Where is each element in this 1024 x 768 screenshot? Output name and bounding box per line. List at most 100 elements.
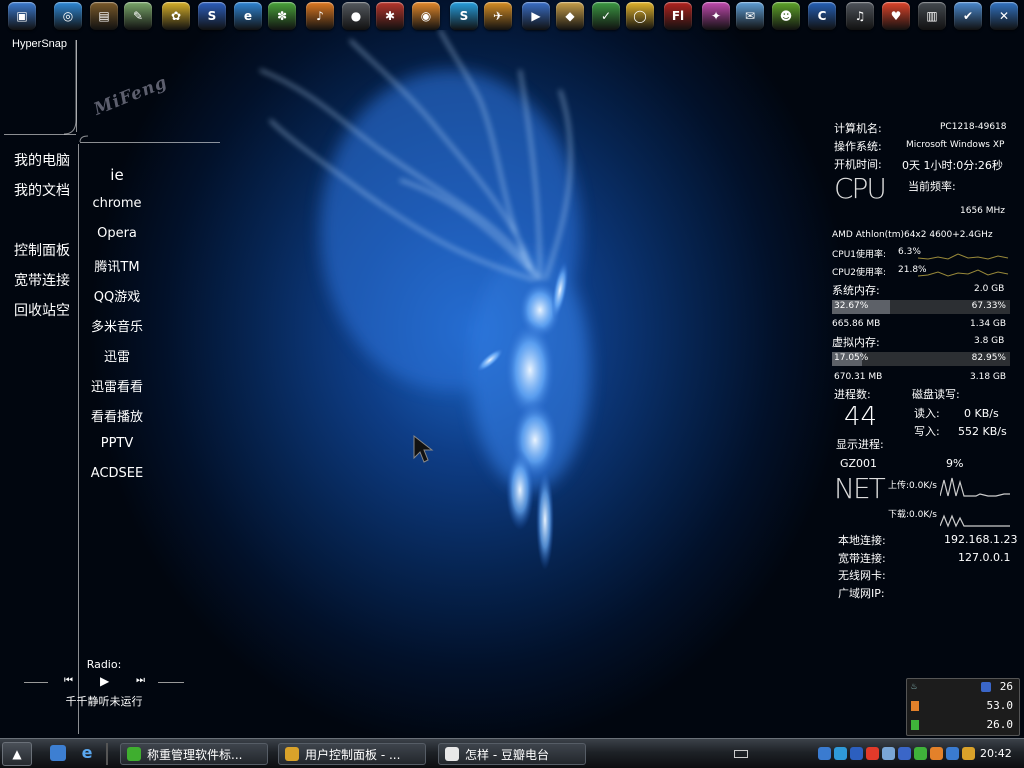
bird-icon[interactable]: ✈ bbox=[484, 2, 512, 30]
keyboard-icon[interactable] bbox=[734, 750, 748, 758]
vmem-free-pct: 82.95% bbox=[971, 353, 1006, 363]
os-value: Microsoft Windows XP bbox=[906, 140, 1005, 150]
taskbar-separator bbox=[106, 743, 108, 765]
taskbar-window-button[interactable]: 怎样 - 豆瓣电台 bbox=[438, 743, 586, 765]
update-tray-icon[interactable] bbox=[914, 747, 927, 760]
check-icon[interactable]: ✔ bbox=[954, 2, 982, 30]
network-icon[interactable]: ◎ bbox=[54, 2, 82, 30]
write-label: 写入: bbox=[914, 425, 940, 438]
mail-icon[interactable]: ✉ bbox=[736, 2, 764, 30]
desktop-shortcut[interactable]: 控制面板 bbox=[14, 240, 70, 260]
sphere-icon[interactable]: ● bbox=[342, 2, 370, 30]
water-tray-icon[interactable] bbox=[882, 747, 895, 760]
internet-explorer-icon[interactable]: e bbox=[78, 744, 96, 762]
desktop-shortcut[interactable]: 回收站空 bbox=[14, 300, 70, 320]
vmem-free: 3.18 GB bbox=[970, 372, 1007, 382]
window-icon bbox=[285, 747, 299, 761]
volume-tray-icon[interactable] bbox=[834, 747, 847, 760]
sogou-icon[interactable]: S bbox=[198, 2, 226, 30]
blender-icon[interactable]: ◉ bbox=[412, 2, 440, 30]
proc-label: 进程数: bbox=[834, 388, 871, 401]
media-player-icon[interactable]: ▶ bbox=[522, 2, 550, 30]
program-shortcut[interactable]: PPTV bbox=[82, 436, 152, 451]
skype-icon[interactable]: S bbox=[450, 2, 478, 30]
program-shortcut[interactable]: 腾讯TM bbox=[82, 256, 152, 275]
flash-icon[interactable]: Fl bbox=[664, 2, 692, 30]
shield-icon bbox=[981, 682, 991, 692]
dvd-tray-icon[interactable] bbox=[850, 747, 863, 760]
mem-label: 系统内存: bbox=[832, 284, 880, 297]
excel-icon[interactable]: ✓ bbox=[592, 2, 620, 30]
cpu-model: AMD Athlon(tm)64x2 4600+2.4GHz bbox=[832, 230, 993, 240]
flower-icon[interactable]: ✽ bbox=[268, 2, 296, 30]
network-tray-icon[interactable] bbox=[818, 747, 831, 760]
meter-value-1: 26 bbox=[999, 680, 1013, 693]
play-icon[interactable]: ▶ bbox=[100, 674, 109, 688]
freq-value: 1656 MHz bbox=[960, 206, 1006, 216]
program-shortcut[interactable]: 迅雷看看 bbox=[82, 376, 152, 395]
security-tray-icon[interactable] bbox=[946, 747, 959, 760]
program-shortcut[interactable]: 看看播放 bbox=[82, 406, 152, 425]
vmem-label: 虚拟内存: bbox=[832, 336, 880, 349]
taskbar: ▲ e 称重管理软件标... 用户控制面板 - ... 怎样 - 豆瓣电台 20:4… bbox=[0, 738, 1024, 768]
taskbar-window-button[interactable]: 称重管理软件标... bbox=[120, 743, 268, 765]
mem-bar: 32.67% 67.33% bbox=[832, 300, 1010, 314]
program-shortcut[interactable]: 迅雷 bbox=[82, 346, 152, 365]
radio-label: Radio: bbox=[86, 658, 122, 671]
mifeng-logo: MiFeng bbox=[91, 72, 171, 120]
program-shortcut[interactable]: QQ游戏 bbox=[82, 286, 152, 305]
show-proc-label: 显示进程: bbox=[836, 438, 884, 451]
start-button[interactable]: ▲ bbox=[2, 742, 32, 766]
qq-pet-icon[interactable]: ✿ bbox=[162, 2, 190, 30]
puzzle-icon[interactable]: ✦ bbox=[702, 2, 730, 30]
mem-free-pct: 67.33% bbox=[971, 301, 1006, 311]
taskbar-window-button[interactable]: 用户控制面板 - ... bbox=[278, 743, 426, 765]
alien-icon[interactable]: ☻ bbox=[772, 2, 800, 30]
trash-icon[interactable]: ▥ bbox=[918, 2, 946, 30]
heart-icon[interactable]: ♥ bbox=[882, 2, 910, 30]
vmem-bar: 17.05% 82.95% bbox=[832, 352, 1010, 366]
window-icon bbox=[127, 747, 141, 761]
show-desktop-icon[interactable] bbox=[50, 745, 66, 761]
divider-vertical bbox=[78, 144, 79, 734]
program-shortcut[interactable]: 多米音乐 bbox=[82, 316, 152, 335]
shield-tray-icon[interactable] bbox=[898, 747, 911, 760]
computer-name-label: 计算机名: bbox=[834, 122, 882, 135]
radio-status: 千千静听未运行 bbox=[65, 695, 143, 708]
meter-value-3: 26.0 bbox=[986, 718, 1014, 731]
chat-tray-icon[interactable] bbox=[930, 747, 943, 760]
clock[interactable]: 20:42 bbox=[980, 747, 1012, 760]
winrar-icon[interactable]: ▤ bbox=[90, 2, 118, 30]
wallpaper-figure bbox=[259, 30, 590, 570]
folder-game-icon[interactable]: ◆ bbox=[556, 2, 584, 30]
desktop-shortcut[interactable]: 我的文档 bbox=[14, 180, 70, 200]
my-computer-icon[interactable]: ▣ bbox=[8, 2, 36, 30]
desktop-shortcut[interactable]: 宽带连接 bbox=[14, 270, 70, 290]
bittorrent-icon[interactable]: ✱ bbox=[376, 2, 404, 30]
program-shortcut[interactable]: ie bbox=[82, 166, 152, 184]
speaker-icon[interactable]: ♫ bbox=[846, 2, 874, 30]
cpu1-label: CPU1使用率: bbox=[832, 250, 887, 260]
mem-free: 1.34 GB bbox=[970, 319, 1007, 329]
hypersnap-label[interactable]: HyperSnap bbox=[12, 38, 67, 50]
wireless-label: 无线网卡: bbox=[838, 569, 886, 582]
program-shortcut[interactable]: Opera bbox=[82, 226, 152, 241]
previous-icon[interactable]: ⏮ bbox=[64, 675, 73, 686]
fl-studio-icon[interactable]: ♪ bbox=[306, 2, 334, 30]
antivirus-tray-icon[interactable] bbox=[866, 747, 879, 760]
wan-label: 广域网IP: bbox=[838, 587, 885, 600]
program-shortcut[interactable]: chrome bbox=[82, 196, 152, 211]
flag-tray-icon[interactable] bbox=[962, 747, 975, 760]
qq-game-icon[interactable]: ◯ bbox=[626, 2, 654, 30]
desktop-shortcut[interactable]: 我的电脑 bbox=[14, 150, 70, 170]
care-icon[interactable]: C bbox=[808, 2, 836, 30]
program-shortcut[interactable]: ACDSEE bbox=[82, 466, 152, 481]
radio-line-right bbox=[158, 682, 184, 683]
mouse-cursor bbox=[413, 434, 434, 463]
tool-icon[interactable]: ✕ bbox=[990, 2, 1018, 30]
window-icon bbox=[445, 747, 459, 761]
meter-value-2: 53.0 bbox=[986, 699, 1014, 712]
next-icon[interactable]: ⏭ bbox=[136, 675, 145, 686]
image-viewer-icon[interactable]: ✎ bbox=[124, 2, 152, 30]
internet-explorer-icon[interactable]: e bbox=[234, 2, 262, 30]
